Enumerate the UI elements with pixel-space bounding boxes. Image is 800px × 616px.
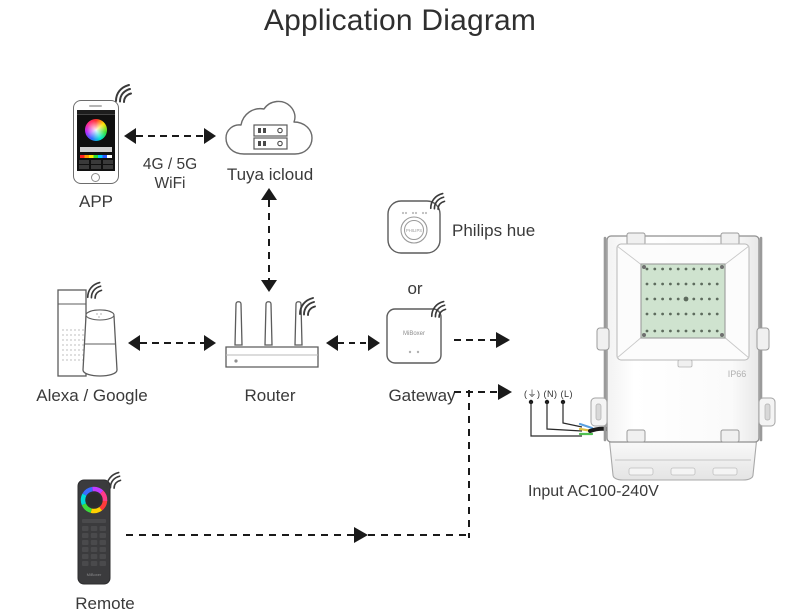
wifi-signal-icon (115, 84, 132, 103)
wifi-signal-icon (105, 471, 122, 489)
node-label-remote: Remote (75, 594, 135, 613)
cloud-server-icon (225, 100, 313, 155)
connector-label-line2: WiFi (154, 175, 186, 192)
led-floodlight-icon: IP66 (590, 232, 776, 481)
node-label-app: APP (78, 192, 114, 211)
svg-text:MiBoxer: MiBoxer (403, 331, 425, 337)
svg-text:MiBoxer: MiBoxer (87, 572, 102, 577)
connector-label-line1: 4G / 5G (142, 156, 198, 173)
connector-remote-to-floodlight (126, 527, 470, 543)
smart-speaker-icon (57, 289, 118, 377)
node-label-router: Router (244, 386, 296, 405)
connector-label-or: or (407, 279, 423, 298)
node-label-cloud: Tuya icloud (226, 165, 314, 184)
wifi-signal-icon (299, 297, 316, 316)
connector-router-to-gateway (326, 335, 380, 351)
wifi-signal-icon (429, 192, 446, 210)
node-label-alexa-google: Alexa / Google (36, 386, 148, 405)
svg-text:PHILIPS: PHILIPS (406, 228, 422, 233)
connector-label-app-cloud: 4G / 5G WiFi (128, 155, 212, 193)
input-voltage-label: Input AC100-240V (528, 483, 659, 500)
phone-home-button (91, 173, 100, 182)
connector-remote-branch-vertical (468, 390, 470, 538)
phone-button-row (79, 160, 113, 164)
phone-status-bar (77, 110, 115, 115)
phone-button-row (79, 165, 113, 169)
connector-cloud-to-router (261, 188, 277, 292)
color-swatches (80, 155, 112, 158)
wifi-signal-icon (86, 281, 103, 299)
ip-rating-label: IP66 (728, 369, 747, 379)
connector-gateway-to-floodlight-upper (454, 332, 510, 348)
connector-app-to-cloud (124, 128, 216, 144)
phone-speaker-icon (89, 105, 102, 107)
node-label-philips-hue: Philips hue (452, 221, 536, 240)
brightness-slider (80, 147, 112, 152)
rf-remote-icon: MiBoxer (77, 479, 111, 585)
application-diagram-canvas: Application Diagram APP 4G / 5G WiFi Tuy… (0, 0, 800, 616)
page-title: Application Diagram (263, 4, 537, 37)
connector-alexa-to-router (128, 335, 216, 351)
color-wheel-icon (85, 119, 107, 141)
wifi-signal-icon (430, 300, 447, 318)
